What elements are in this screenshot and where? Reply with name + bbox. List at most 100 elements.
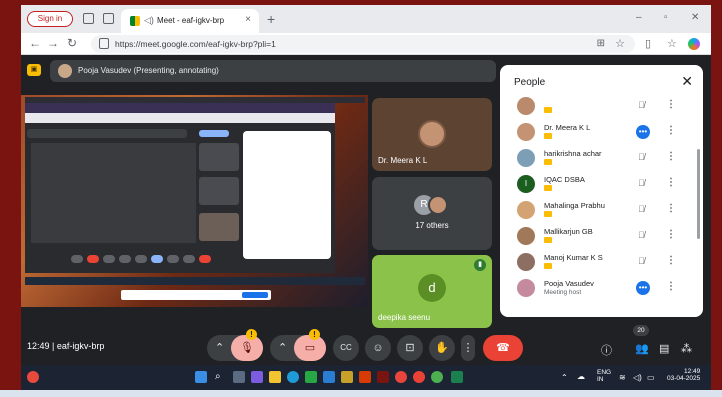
chrome-icon[interactable] bbox=[413, 371, 425, 383]
speaking-indicator-icon[interactable]: ••• bbox=[636, 281, 650, 295]
participant-row[interactable]: I IQAC DSBA 🎙̸ ⋮ bbox=[500, 171, 703, 197]
shared-tile bbox=[199, 177, 239, 205]
emoji-icon[interactable]: ☺ bbox=[365, 335, 391, 361]
more-options-icon[interactable]: ⋮ bbox=[666, 125, 676, 136]
meeting-info-icon[interactable]: ⓘ bbox=[601, 342, 612, 358]
close-window-button[interactable]: ✕ bbox=[691, 12, 699, 23]
site-info-icon[interactable] bbox=[99, 38, 109, 49]
people-panel-title: People bbox=[514, 77, 546, 88]
app-icon[interactable] bbox=[431, 371, 443, 383]
mic-off-icon[interactable]: 🎙̸ bbox=[638, 230, 645, 240]
participant-tile[interactable]: Dr. Meera K L bbox=[372, 98, 492, 171]
mic-off-icon[interactable]: 🎙̸ bbox=[638, 100, 645, 110]
tab-meet[interactable]: ◁) Meet - eaf-igkv-brp × bbox=[121, 9, 259, 33]
app-icon[interactable] bbox=[323, 371, 335, 383]
meeting-time: 12:49 | eaf-igkv-brp bbox=[27, 341, 104, 351]
more-options-icon[interactable]: ⋮ bbox=[666, 281, 676, 292]
back-icon[interactable]: ← bbox=[29, 36, 41, 50]
reload-icon[interactable]: ↻ bbox=[67, 36, 77, 50]
weather-icon[interactable] bbox=[27, 371, 39, 383]
app-icon[interactable] bbox=[451, 371, 463, 383]
app-icon[interactable] bbox=[359, 371, 371, 383]
others-tile[interactable]: R 17 others bbox=[372, 177, 492, 250]
more-options-icon[interactable]: ⋮ bbox=[461, 335, 475, 361]
mic-off-icon[interactable]: 🎙̸ bbox=[638, 152, 645, 162]
chat-icon[interactable]: ▤ bbox=[659, 342, 669, 355]
app-icon[interactable] bbox=[341, 371, 353, 383]
task-view-icon[interactable] bbox=[233, 371, 245, 383]
app-icon[interactable] bbox=[251, 371, 263, 383]
participant-row[interactable]: 🎙̸ ⋮ bbox=[500, 93, 703, 119]
camera-options-chevron-icon[interactable]: ⌃ bbox=[278, 335, 287, 361]
leave-call-icon[interactable]: ☎ bbox=[483, 335, 523, 361]
close-icon[interactable]: ✕ bbox=[681, 73, 693, 90]
participant-row[interactable]: Manoj Kumar K S 🎙̸ ⋮ bbox=[500, 249, 703, 275]
minimize-button[interactable]: – bbox=[636, 12, 642, 23]
activities-icon[interactable]: ⁂ bbox=[681, 342, 692, 355]
participant-row[interactable]: Mallikarjun GB 🎙̸ ⋮ bbox=[500, 223, 703, 249]
more-options-icon[interactable]: ⋮ bbox=[666, 255, 676, 266]
presenting-badge-icon bbox=[544, 211, 552, 217]
edge-icon[interactable] bbox=[287, 371, 299, 383]
participant-row[interactable]: Dr. Meera K L ••• ⋮ bbox=[500, 119, 703, 145]
tab-close-icon[interactable]: × bbox=[245, 14, 251, 25]
participant-row[interactable]: Pooja Vasudev Meeting host ••• ⋮ bbox=[500, 275, 703, 301]
workspaces-icon[interactable] bbox=[83, 13, 94, 24]
mic-off-icon[interactable]: 🎙̸ bbox=[638, 204, 645, 214]
mic-off-icon[interactable]: 🎙 bbox=[231, 335, 263, 361]
volume-icon[interactable]: ◁) bbox=[633, 373, 642, 382]
search-icon[interactable]: ⌕ bbox=[215, 371, 227, 383]
clock[interactable]: 12:49 03-04-2025 bbox=[667, 368, 700, 382]
tab-actions-icon[interactable] bbox=[103, 13, 114, 24]
omnibox[interactable]: https://meet.google.com/eaf-igkv-brp?pli… bbox=[91, 35, 635, 53]
sign-in-button[interactable]: Sign in bbox=[27, 11, 73, 27]
file-explorer-icon[interactable] bbox=[269, 371, 281, 383]
shared-screen[interactable] bbox=[21, 95, 368, 307]
split-screen-icon[interactable]: ▯ bbox=[645, 37, 651, 50]
participant-row[interactable]: harikrishna achar 🎙̸ ⋮ bbox=[500, 145, 703, 171]
tray-expand-icon[interactable]: ⌃ bbox=[561, 373, 568, 382]
app-icon[interactable] bbox=[377, 371, 389, 383]
start-icon[interactable] bbox=[195, 371, 207, 383]
camera-off-icon[interactable]: ▭ bbox=[294, 335, 326, 361]
install-app-icon[interactable]: ⊞ bbox=[597, 38, 605, 49]
participant-row[interactable]: Mahalinga Prabhu 🎙̸ ⋮ bbox=[500, 197, 703, 223]
audio-playing-icon[interactable]: ◁) bbox=[144, 15, 154, 26]
more-options-icon[interactable]: ⋮ bbox=[666, 151, 676, 162]
restore-button[interactable]: ▫ bbox=[664, 12, 668, 23]
meet-favicon-icon bbox=[130, 16, 140, 26]
captions-icon[interactable]: CC bbox=[333, 335, 359, 361]
new-tab-button[interactable]: + bbox=[267, 11, 275, 27]
present-screen-icon[interactable]: ⊡ bbox=[397, 335, 423, 361]
more-options-icon[interactable]: ⋮ bbox=[666, 177, 676, 188]
more-options-icon[interactable]: ⋮ bbox=[666, 229, 676, 240]
favorites-icon[interactable]: ☆ bbox=[667, 37, 677, 50]
participant-list: 🎙̸ ⋮ Dr. Meera K L ••• ⋮ harikrishna achar 🎙̸ ⋮… bbox=[500, 93, 703, 301]
presenter-banner[interactable]: Pooja Vasudev (Presenting, annotating) bbox=[50, 60, 496, 82]
more-options-icon[interactable]: ⋮ bbox=[666, 203, 676, 214]
mic-off-icon[interactable]: 🎙̸ bbox=[638, 256, 645, 266]
participant-tile[interactable]: ▮ d deepika seenu bbox=[372, 255, 492, 328]
people-scrollbar[interactable] bbox=[697, 149, 700, 239]
wifi-icon[interactable]: ≋ bbox=[619, 373, 626, 382]
participant-role: Meeting host bbox=[544, 289, 582, 296]
battery-icon[interactable]: ▭ bbox=[647, 373, 655, 382]
raise-hand-icon[interactable]: ✋ bbox=[429, 335, 455, 361]
copilot-icon[interactable] bbox=[688, 38, 700, 50]
cloud-icon[interactable]: ☁ bbox=[577, 372, 585, 381]
speaking-indicator-icon[interactable]: ••• bbox=[636, 125, 650, 139]
participant-name: IQAC DSBA bbox=[544, 175, 585, 184]
app-icon[interactable] bbox=[395, 371, 407, 383]
tab-title: Meet - eaf-igkv-brp bbox=[157, 16, 225, 25]
windows-taskbar: ⌕ ⌃ ☁ ENG IN ≋ ◁) ▭ 12:49 03-04-2025 bbox=[21, 365, 711, 390]
more-options-icon[interactable]: ⋮ bbox=[666, 99, 676, 110]
clock-time: 12:49 bbox=[683, 368, 701, 375]
app-icon[interactable] bbox=[305, 371, 317, 383]
people-icon[interactable]: 👥 bbox=[635, 342, 649, 355]
forward-icon[interactable]: → bbox=[47, 36, 59, 50]
mic-off-icon[interactable]: 🎙̸ bbox=[638, 178, 645, 188]
language-indicator[interactable]: ENG IN bbox=[597, 369, 611, 383]
url-text[interactable]: https://meet.google.com/eaf-igkv-brp?pli… bbox=[115, 39, 276, 49]
favorite-star-icon[interactable]: ☆ bbox=[615, 37, 625, 50]
mic-options-chevron-icon[interactable]: ⌃ bbox=[215, 335, 224, 361]
